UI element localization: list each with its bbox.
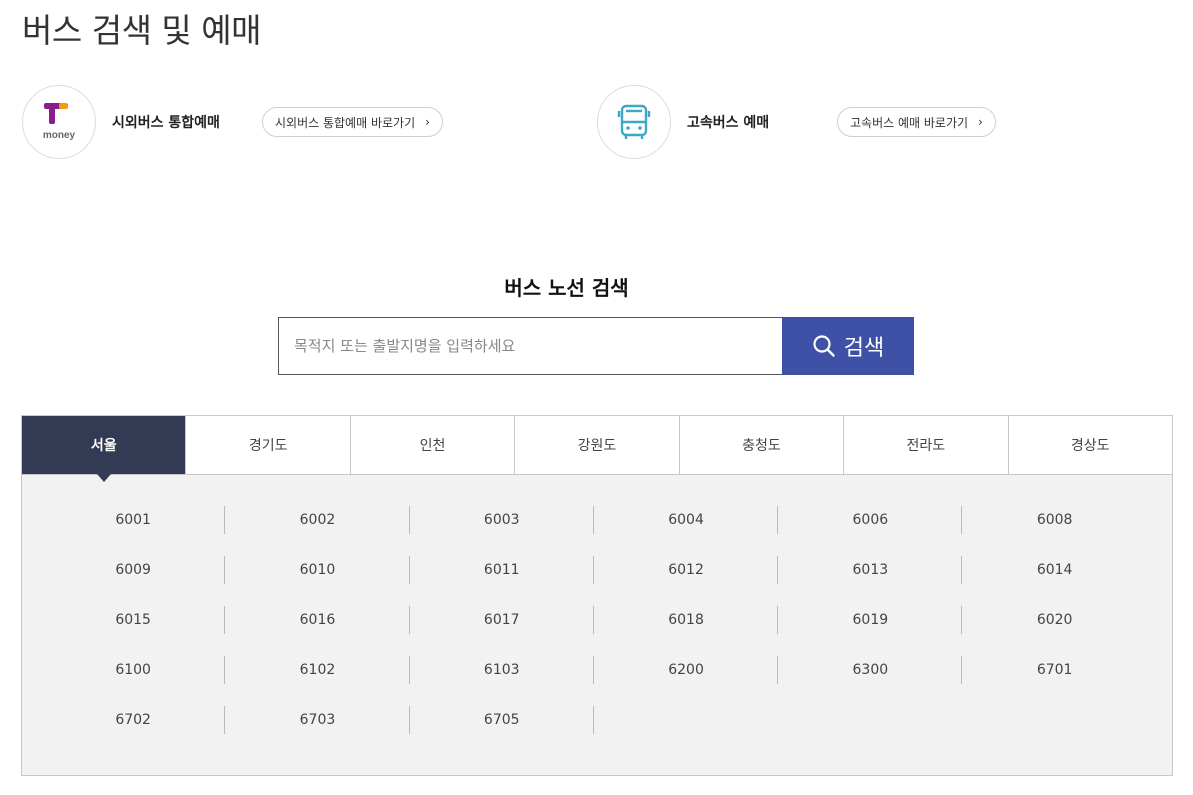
city-bus-shortcut-button[interactable]: 시외버스 통합예매 바로가기 › [262, 107, 443, 137]
tmoney-logo-text: money [43, 130, 76, 141]
express-bus-logo [597, 85, 671, 159]
express-bus-service-name: 고속버스 예매 [687, 115, 770, 131]
page-title: 버스 검색 및 예매 [22, 11, 262, 50]
route-item[interactable]: 6010 [225, 555, 410, 585]
tab-region[interactable]: 인천 [350, 416, 516, 474]
chevron-right-icon: › [978, 115, 983, 129]
route-item[interactable]: 6008 [962, 505, 1146, 535]
region-route-panel: 서울 경기도 인천 강원도 충청도 전라도 경상도 6001 6002 6003 6004 6006… [21, 415, 1173, 776]
bus-icon [617, 104, 651, 139]
route-item[interactable]: 6004 [594, 505, 779, 535]
tmoney-logo-icon: money [43, 103, 76, 141]
tab-region[interactable]: 경상도 [1008, 416, 1172, 474]
route-item[interactable]: 6020 [962, 605, 1146, 635]
route-item[interactable]: 6019 [778, 605, 963, 635]
tab-region[interactable]: 서울 [22, 416, 187, 482]
route-item[interactable]: 6001 [41, 505, 226, 535]
search-button-label: 검색 [843, 336, 885, 361]
region-tabs: 서울 경기도 인천 강원도 충청도 전라도 경상도 [22, 416, 1172, 482]
route-item[interactable]: 6702 [41, 705, 226, 735]
route-item[interactable]: 6013 [778, 555, 963, 585]
route-item[interactable]: 6017 [410, 605, 595, 635]
route-list: 6001 6002 6003 6004 6006 6008 6009 6010 6011 6012… [22, 475, 1172, 735]
route-search-title: 버스 노선 검색 [504, 276, 629, 300]
route-item[interactable]: 6002 [225, 505, 410, 535]
route-item[interactable]: 6003 [410, 505, 595, 535]
route-item[interactable]: 6701 [962, 655, 1146, 685]
route-item[interactable]: 6009 [41, 555, 226, 585]
express-bus-shortcut-label: 고속버스 예매 바로가기 [850, 115, 969, 130]
search-icon [813, 335, 835, 357]
route-item[interactable]: 6011 [410, 555, 595, 585]
route-item[interactable]: 6016 [225, 605, 410, 635]
express-bus-shortcut-button[interactable]: 고속버스 예매 바로가기 › [837, 107, 996, 137]
tab-region[interactable]: 경기도 [186, 416, 351, 474]
route-item[interactable]: 6018 [594, 605, 779, 635]
route-item[interactable]: 6705 [410, 705, 595, 735]
route-item[interactable]: 6006 [778, 505, 963, 535]
route-item[interactable]: 6200 [594, 655, 779, 685]
route-item[interactable]: 6015 [41, 605, 226, 635]
city-bus-shortcut-label: 시외버스 통합예매 바로가기 [275, 115, 416, 130]
route-search-input[interactable] [278, 317, 782, 375]
route-item[interactable]: 6102 [225, 655, 410, 685]
tab-region[interactable]: 충청도 [679, 416, 845, 474]
express-bus-service: 고속버스 예매 고속버스 예매 바로가기 › [597, 85, 996, 159]
tab-region[interactable]: 전라도 [844, 416, 1009, 474]
route-item[interactable]: 6014 [962, 555, 1146, 585]
search-button[interactable]: 검색 [782, 317, 914, 375]
route-item[interactable]: 6703 [225, 705, 410, 735]
tmoney-logo: money [22, 85, 96, 159]
route-item[interactable]: 6100 [41, 655, 226, 685]
city-bus-service-name: 시외버스 통합예매 [112, 115, 220, 131]
route-item[interactable]: 6300 [778, 655, 963, 685]
city-bus-service: money 시외버스 통합예매 시외버스 통합예매 바로가기 › [22, 85, 443, 159]
chevron-right-icon: › [425, 115, 430, 129]
route-search-form: 검색 [278, 317, 914, 375]
route-item[interactable]: 6103 [410, 655, 595, 685]
tab-region[interactable]: 강원도 [515, 416, 680, 474]
route-item[interactable]: 6012 [594, 555, 779, 585]
